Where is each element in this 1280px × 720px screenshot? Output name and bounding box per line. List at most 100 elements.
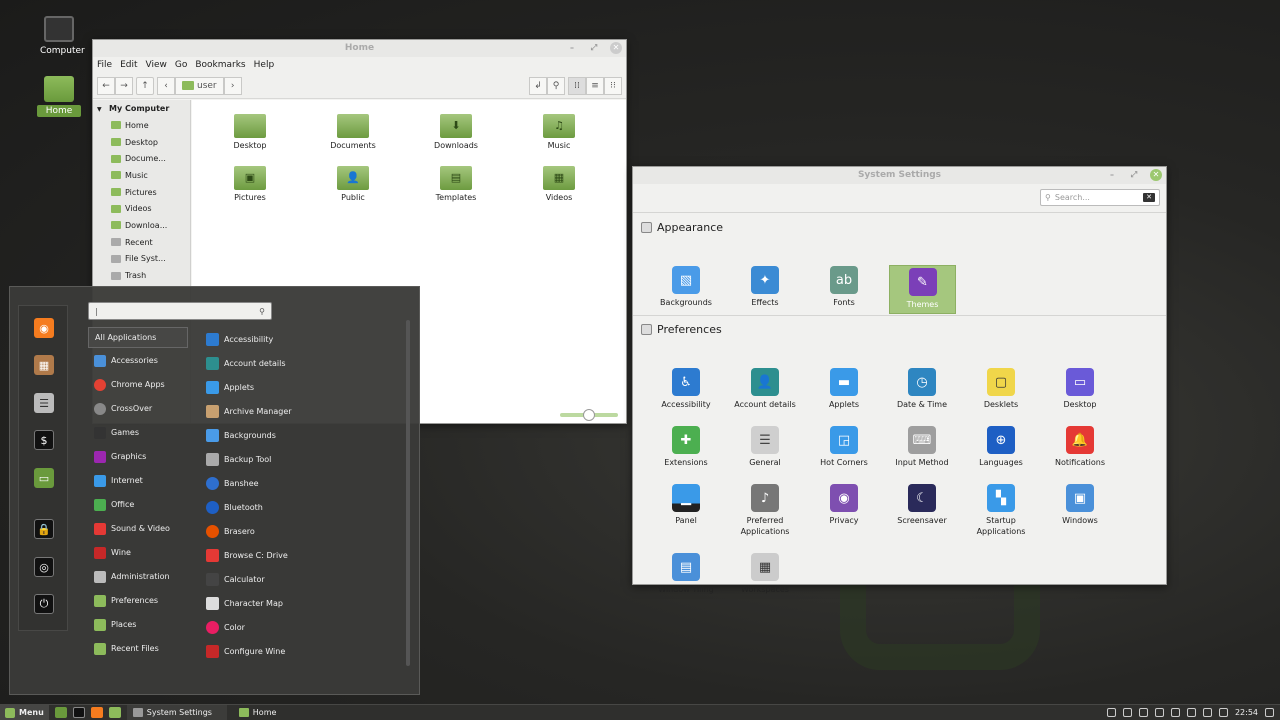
category-sound-video[interactable]: Sound & Video	[88, 518, 188, 539]
minimize-button[interactable]: –	[1106, 169, 1118, 181]
settings-item-accessibility[interactable]: ♿ Accessibility	[650, 368, 722, 410]
settings-item-workspaces[interactable]: ▦ Workspaces	[729, 553, 801, 595]
category-chrome-apps[interactable]: Chrome Apps	[88, 374, 188, 395]
settings-item-screensaver[interactable]: ☾ Screensaver	[886, 484, 958, 526]
settings-item-effects[interactable]: ✦ Effects	[729, 266, 801, 308]
file-item-templates[interactable]: Templates	[416, 166, 496, 202]
file-manager-titlebar[interactable]: Home – ⤢ ✕	[93, 40, 626, 57]
sidebar-item-music[interactable]: Music	[93, 167, 190, 184]
clock[interactable]: 22:54	[1235, 708, 1258, 717]
category-wine[interactable]: Wine	[88, 542, 188, 563]
task-system-settings[interactable]: System Settings	[126, 704, 227, 720]
lock-icon[interactable]: 🔒	[34, 519, 54, 539]
terminal-icon[interactable]	[72, 707, 85, 718]
terminal-icon[interactable]: $	[34, 430, 54, 450]
settings-item-windows[interactable]: ▣ Windows	[1044, 484, 1116, 526]
file-item-downloads[interactable]: Downloads	[416, 114, 496, 150]
settings-item-desklets[interactable]: ▢ Desklets	[965, 368, 1037, 410]
app-color[interactable]: Color	[203, 616, 363, 638]
menu-button[interactable]: Menu	[0, 704, 49, 720]
app-backgrounds[interactable]: Backgrounds	[203, 424, 363, 446]
settings-item-date-time[interactable]: ◷ Date & Time	[886, 368, 958, 410]
settings-item-fonts[interactable]: ab Fonts	[808, 266, 880, 308]
task-home[interactable]: Home	[233, 705, 333, 720]
system-settings-titlebar[interactable]: System Settings – ⤢ ✕	[633, 167, 1166, 184]
file-item-music[interactable]: Music	[519, 114, 599, 150]
app-archive-manager[interactable]: Archive Manager	[203, 400, 363, 422]
file-item-pictures[interactable]: Pictures	[210, 166, 290, 202]
menu-view[interactable]: View	[146, 60, 167, 70]
sidebar-item-home[interactable]: Home	[93, 117, 190, 134]
software-manager-icon[interactable]: ▦	[34, 355, 54, 375]
settings-item-window-tiling[interactable]: ▤ Window Tiling	[650, 553, 722, 595]
settings-item-themes[interactable]: ✎ Themes	[889, 265, 956, 314]
sidebar-item-desktop[interactable]: Desktop	[93, 134, 190, 151]
zoom-slider-handle[interactable]	[583, 409, 595, 421]
menu-help[interactable]: Help	[254, 60, 275, 70]
file-item-videos[interactable]: Videos	[519, 166, 599, 202]
record-icon[interactable]	[1202, 708, 1212, 717]
sidebar-heading[interactable]: My Computer	[93, 100, 190, 117]
app-accessibility[interactable]: Accessibility	[203, 328, 363, 350]
category-all-applications[interactable]: All Applications	[88, 327, 188, 348]
list-view-button[interactable]: ≡	[586, 76, 604, 95]
menu-file[interactable]: File	[97, 60, 112, 70]
desktop-icon-home[interactable]: Home	[37, 76, 81, 117]
video-icon[interactable]	[1186, 708, 1196, 717]
category-games[interactable]: Games	[88, 422, 188, 443]
settings-item-notifications[interactable]: 🔔 Notifications	[1044, 426, 1116, 468]
settings-item-languages[interactable]: ⊕ Languages	[965, 426, 1037, 468]
settings-item-desktop[interactable]: ▭ Desktop	[1044, 368, 1116, 410]
app-applets[interactable]: Applets	[203, 376, 363, 398]
app-configure-wine[interactable]: Configure Wine	[203, 640, 363, 662]
minimize-button[interactable]: –	[566, 42, 578, 54]
files-icon[interactable]: ▭	[34, 468, 54, 488]
menu-search-input[interactable]: | ⚲	[88, 302, 272, 320]
sidebar-item-filesystem[interactable]: File Syst...	[93, 251, 190, 268]
app-calculator[interactable]: Calculator	[203, 568, 363, 590]
clipboard-icon[interactable]	[1122, 708, 1132, 717]
menu-edit[interactable]: Edit	[120, 60, 137, 70]
apps-scrollbar[interactable]	[406, 320, 410, 666]
maximize-button[interactable]: ⤢	[588, 42, 600, 54]
volume-icon[interactable]	[1154, 708, 1164, 717]
forward-button[interactable]: →	[115, 76, 133, 95]
file-item-public[interactable]: Public	[313, 166, 393, 202]
compact-view-button[interactable]: ⁝⁝	[604, 76, 622, 95]
menu-bookmarks[interactable]: Bookmarks	[195, 60, 245, 70]
app-brasero[interactable]: Brasero	[203, 520, 363, 542]
category-crossover[interactable]: CrossOver	[88, 398, 188, 419]
search-button[interactable]: ⚲	[547, 76, 565, 95]
app-banshee[interactable]: Banshee	[203, 472, 363, 494]
bluetooth-icon[interactable]	[1218, 708, 1228, 717]
settings-item-general[interactable]: ☰ General	[729, 426, 801, 468]
sidebar-item-trash[interactable]: Trash	[93, 267, 190, 284]
category-places[interactable]: Places	[88, 614, 188, 635]
settings-icon[interactable]: ☰	[34, 393, 54, 413]
sidebar-item-pictures[interactable]: Pictures	[93, 184, 190, 201]
icon-view-button[interactable]: ⁞⁞	[568, 76, 586, 95]
sidebar-item-recent[interactable]: Recent	[93, 234, 190, 251]
app-browse-c-drive[interactable]: Browse C: Drive	[203, 544, 363, 566]
path-left-button[interactable]: ‹	[157, 76, 175, 95]
path-right-button[interactable]: ›	[223, 76, 242, 95]
file-item-documents[interactable]: Documents	[313, 114, 393, 150]
back-button[interactable]: ←	[97, 76, 115, 95]
maximize-button[interactable]: ⤢	[1128, 169, 1140, 181]
category-preferences[interactable]: Preferences	[88, 590, 188, 611]
network-icon[interactable]	[1138, 708, 1148, 717]
category-accessories[interactable]: Accessories	[88, 350, 188, 371]
category-administration[interactable]: Administration	[88, 566, 188, 587]
settings-item-extensions[interactable]: ✚ Extensions	[650, 426, 722, 468]
firefox-icon[interactable]: ◉	[34, 318, 54, 338]
sidebar-item-documents[interactable]: Docume...	[93, 150, 190, 167]
workspace-icon[interactable]	[1265, 708, 1274, 717]
menu-go[interactable]: Go	[175, 60, 187, 70]
user-icon[interactable]	[1106, 708, 1116, 717]
settings-item-startup-applications[interactable]: ▚ Startup Applications	[965, 484, 1037, 537]
files-icon[interactable]	[108, 707, 121, 718]
settings-search-input[interactable]: ⚲ Search... ✕	[1040, 189, 1160, 206]
category-office[interactable]: Office	[88, 494, 188, 515]
desktop-icon-computer[interactable]: Computer	[37, 16, 85, 57]
toggle-location-button[interactable]: ↲	[529, 76, 547, 95]
